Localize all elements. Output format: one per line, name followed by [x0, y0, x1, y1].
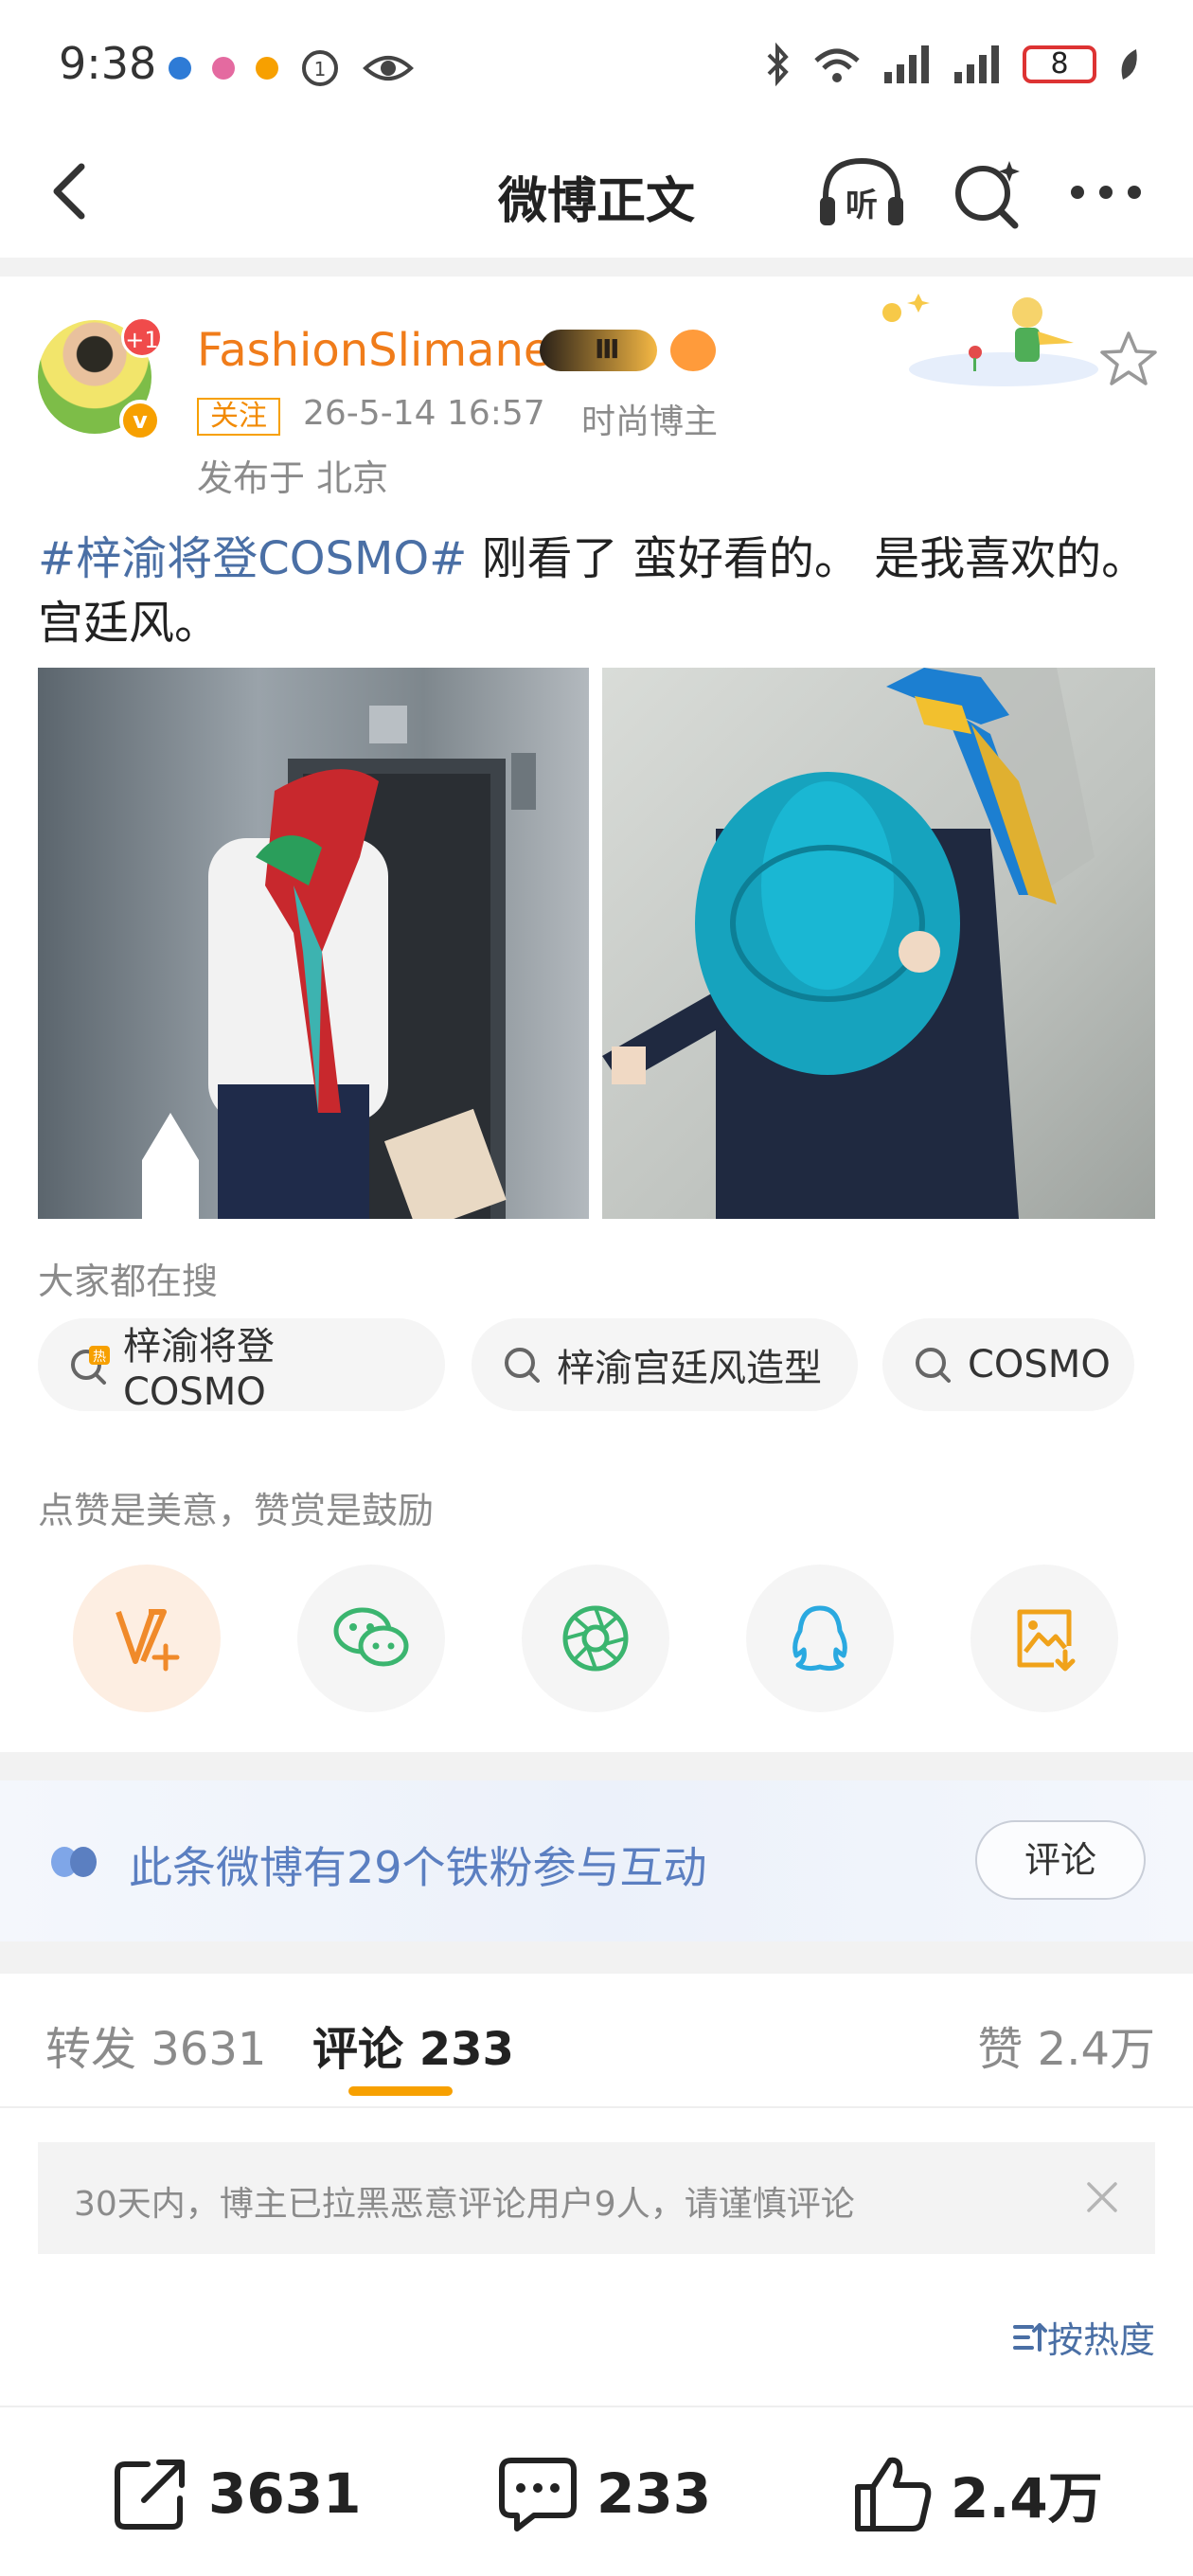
- search-icon[interactable]: [947, 153, 1026, 233]
- post-image[interactable]: [38, 668, 589, 1219]
- save-image-button[interactable]: [970, 1565, 1118, 1712]
- listen-button[interactable]: 听: [816, 153, 907, 233]
- hot-search-chip[interactable]: 热 梓渝将登COSMO: [38, 1318, 445, 1414]
- like-button[interactable]: 2.4万: [852, 2453, 1103, 2534]
- svg-text:热: 热: [93, 1350, 106, 1365]
- post-image[interactable]: [602, 668, 1155, 1219]
- fan-icon: [51, 1847, 97, 1877]
- hot-search-label: 梓渝宫廷风造型: [557, 1347, 822, 1390]
- fish-icon: [670, 330, 716, 371]
- battery-indicator: 8: [1023, 45, 1096, 83]
- wifi-icon: [814, 48, 860, 82]
- praise-note: 点赞是美意，赞赏是鼓励: [38, 1490, 435, 1531]
- verified-icon: v: [119, 400, 161, 441]
- data-saver-icon: 1: [302, 50, 338, 86]
- status-right-icons: 8: [763, 42, 1140, 87]
- little-prince-decoration: [882, 294, 1098, 386]
- eye-icon: [363, 56, 414, 80]
- search-icon: [916, 1348, 951, 1383]
- leaf-icon: [1121, 49, 1137, 80]
- share-moments-button[interactable]: [522, 1565, 669, 1712]
- divider: [0, 1752, 1193, 1780]
- comment-button[interactable]: 233: [496, 2453, 711, 2534]
- tab-repost[interactable]: 转发 3631: [45, 2012, 266, 2078]
- repost-button[interactable]: 3631: [110, 2453, 361, 2534]
- favorite-star-icon[interactable]: [1096, 328, 1161, 392]
- hot-search-icon: 热: [71, 1346, 110, 1385]
- qq-icon: [792, 1605, 847, 1672]
- wechat-icon: [333, 1607, 409, 1667]
- hot-search-label: 梓渝将登COSMO: [123, 1325, 275, 1414]
- divider: [0, 2106, 1193, 2108]
- hot-search-title: 大家都在搜: [38, 1261, 219, 1302]
- save-image-icon: [1017, 1609, 1076, 1672]
- search-icon: [505, 1348, 540, 1383]
- avatar-badge: +1: [121, 316, 163, 358]
- moments-icon: [562, 1605, 629, 1672]
- fan-interaction-text: 此条微博有29个铁粉参与互动: [129, 1842, 707, 1893]
- notification-icons: 1: [169, 47, 415, 89]
- sort-label: 按热度: [1046, 2319, 1155, 2361]
- tab-likes[interactable]: 赞 2.4万: [977, 2012, 1155, 2078]
- signal-icon: [954, 45, 999, 83]
- svg-text:听: 听: [846, 187, 878, 224]
- bluetooth-icon: [767, 42, 789, 87]
- hot-search-chip[interactable]: COSMO: [882, 1318, 1134, 1411]
- active-tab-indicator: [348, 2086, 453, 2096]
- bottom-action-bar: 3631 233 2.4万: [0, 2406, 1193, 2576]
- vip-level: Ⅲ: [595, 333, 620, 365]
- notice-text: 30天内，博主已拉黑恶意评论用户9人，请谨慎评论: [74, 2185, 855, 2224]
- like-count: 2.4万: [951, 2466, 1103, 2531]
- fan-interaction-banner: 此条微博有29个铁粉参与互动 评论: [0, 1780, 1193, 1941]
- comment-count: 233: [596, 2461, 712, 2526]
- more-icon[interactable]: [1066, 169, 1146, 216]
- thumbs-up-icon: [855, 2457, 932, 2531]
- status-bar: 9:38 1 8: [0, 0, 1193, 133]
- share-qq-button[interactable]: [746, 1565, 894, 1712]
- close-icon[interactable]: [1081, 2176, 1123, 2218]
- nav-bar: 微博正文 听: [0, 133, 1193, 256]
- tab-comments[interactable]: 评论 233: [312, 2012, 514, 2078]
- reward-button[interactable]: [73, 1565, 221, 1712]
- divider: [0, 1941, 1193, 1974]
- author-name[interactable]: FashionSlimane: [197, 324, 551, 377]
- svg-text:1: 1: [314, 58, 327, 80]
- sort-icon: [1012, 2322, 1047, 2352]
- weibo-notification-icon: [256, 57, 278, 80]
- follow-tag: 关注: [197, 398, 280, 436]
- status-time: 9:38: [59, 38, 157, 89]
- hot-search-label: COSMO: [968, 1343, 1111, 1386]
- post-location: 发布于 北京: [197, 457, 389, 499]
- sort-by-hot-button[interactable]: 按热度: [1011, 2311, 1155, 2363]
- reward-icon: [116, 1609, 180, 1672]
- app-notification-icon: [169, 57, 191, 80]
- post-time: 26-5-14 16:57: [303, 394, 545, 433]
- post-source: 时尚博主: [581, 402, 719, 441]
- comment-notice: 30天内，博主已拉黑恶意评论用户9人，请谨慎评论: [38, 2142, 1155, 2254]
- divider: [0, 258, 1193, 277]
- signal-icon: [884, 45, 929, 83]
- comment-icon: [499, 2458, 577, 2531]
- topic-link[interactable]: #梓渝将登COSMO#: [38, 532, 467, 585]
- hot-search-chip[interactable]: 梓渝宫廷风造型: [472, 1318, 858, 1411]
- share-wechat-button[interactable]: [297, 1565, 445, 1712]
- repost-icon: [115, 2460, 185, 2530]
- post-text: #梓渝将登COSMO# 刚看了 蛮好看的。 是我喜欢的。宫廷风。: [38, 527, 1165, 655]
- repost-count: 3631: [208, 2461, 362, 2526]
- fan-comment-button[interactable]: 评论: [975, 1820, 1146, 1900]
- app-notification-icon: [212, 57, 235, 80]
